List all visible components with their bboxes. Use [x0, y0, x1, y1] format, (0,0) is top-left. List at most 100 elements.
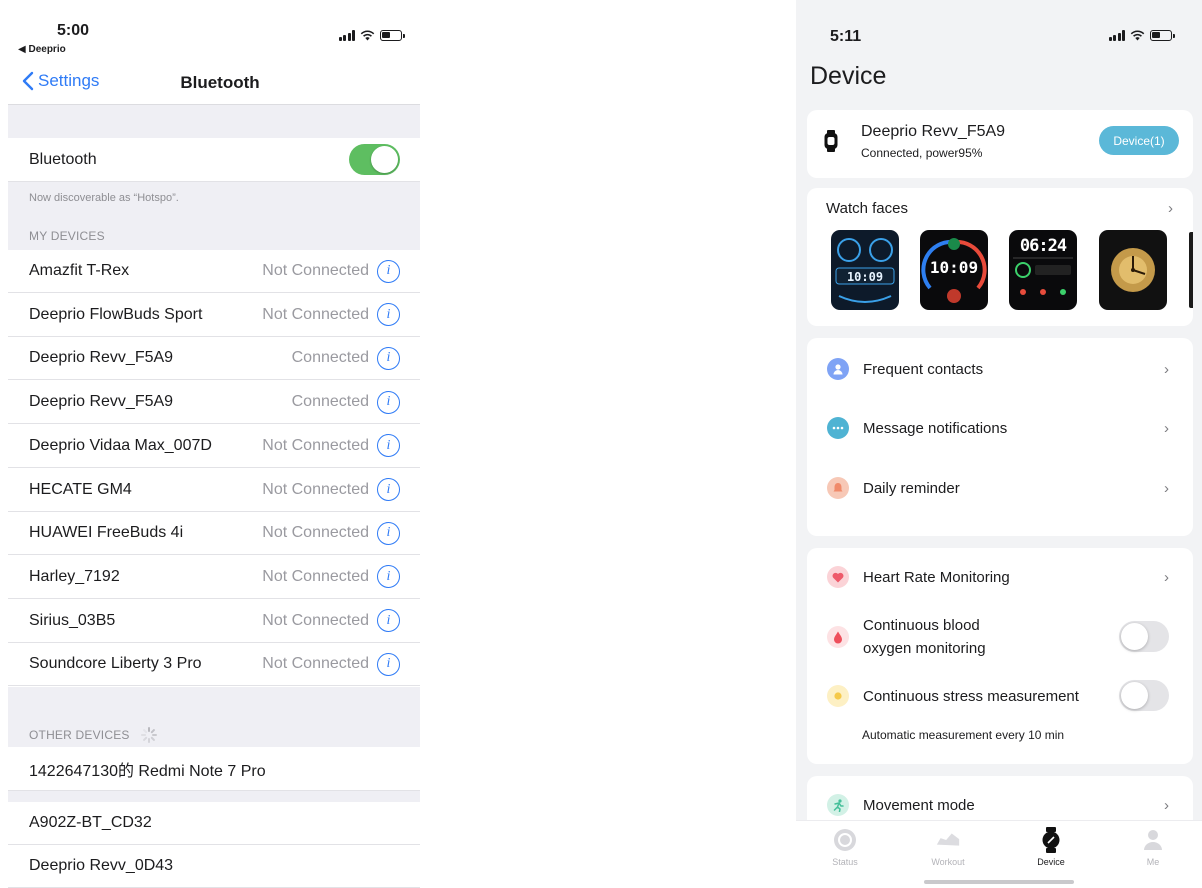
stress-row: Continuous stress measurement: [807, 671, 1193, 721]
watch-faces-title[interactable]: Watch faces: [826, 200, 908, 217]
connection-status: Connected: [291, 393, 369, 411]
connection-status: Connected: [291, 349, 369, 367]
stress-toggle[interactable]: [1119, 680, 1169, 711]
my-device-row[interactable]: HECATE GM4 Not Connected i: [8, 468, 420, 512]
my-device-row[interactable]: Deeprio Revv_F5A9 Connected i: [8, 381, 420, 425]
device-name: Deeprio Revv_F5A9: [29, 349, 174, 367]
connection-status: Not Connected: [262, 611, 369, 629]
device-name: Sirius_03B5: [29, 611, 116, 629]
my-device-row[interactable]: Amazfit T-Rex Not Connected i: [8, 250, 420, 293]
my-device-row[interactable]: Deeprio Revv_F5A9 Connected i: [8, 337, 420, 381]
tab-device[interactable]: Device: [1016, 827, 1086, 867]
device-name: HECATE GM4: [29, 480, 132, 498]
settings-group-2: Heart Rate Monitoring › Continuous blood…: [807, 548, 1193, 764]
watch-face-2[interactable]: 10:09: [920, 230, 988, 310]
blood-oxygen-label-line1: Continuous blood: [863, 617, 980, 634]
device-name: Deeprio Revv_F5A9: [29, 393, 174, 411]
my-device-row[interactable]: Harley_7192 Not Connected i: [8, 555, 420, 599]
back-to-app-link[interactable]: ◀ Deeprio: [18, 44, 66, 55]
connection-status: Not Connected: [262, 655, 369, 673]
person-icon: [1140, 827, 1166, 853]
watch-face-1[interactable]: 10:09: [831, 230, 899, 310]
daily-reminder-label: Daily reminder: [863, 479, 960, 497]
frequent-contacts-row[interactable]: Frequent contacts ›: [807, 344, 1193, 394]
tab-status[interactable]: Status: [810, 827, 880, 867]
tab-status-label: Status: [832, 857, 858, 867]
cellular-signal-icon: [1108, 30, 1125, 41]
device-status: Connected, power95%: [861, 146, 983, 160]
info-icon[interactable]: i: [377, 652, 400, 676]
heart-rate-row[interactable]: Heart Rate Monitoring ›: [807, 552, 1193, 602]
device-name: A902Z-BT_CD32: [29, 814, 152, 831]
gold-analog-face-icon: [1111, 248, 1155, 292]
my-device-row[interactable]: HUAWEI FreeBuds 4i Not Connected i: [8, 512, 420, 556]
blood-oxygen-label: Continuous blood oxygen monitoring: [863, 614, 986, 660]
bell-icon: [827, 477, 849, 499]
device-name: Deeprio Revv_0D43: [29, 857, 174, 874]
heart-icon: [827, 566, 849, 588]
info-icon[interactable]: i: [377, 390, 400, 414]
tab-me-label: Me: [1146, 857, 1160, 867]
info-icon[interactable]: i: [377, 521, 400, 545]
tab-me[interactable]: Me: [1118, 827, 1188, 867]
info-icon[interactable]: i: [377, 609, 400, 633]
daily-reminder-row[interactable]: Daily reminder ›: [807, 463, 1193, 513]
wifi-icon: [360, 30, 375, 41]
watch-icon: [824, 130, 838, 152]
stress-dot-icon: [827, 685, 849, 707]
blood-drop-icon: [827, 626, 849, 648]
my-device-row[interactable]: Soundcore Liberty 3 Pro Not Connected i: [8, 643, 420, 687]
device-name: Amazfit T-Rex: [29, 262, 130, 279]
chevron-right-icon[interactable]: ›: [1168, 200, 1173, 217]
device-name: Deeprio Revv_F5A9: [861, 123, 1006, 140]
ios-bluetooth-screen: 5:00 ◀ Deeprio Settings Bluetooth Blueto…: [8, 0, 420, 888]
device-card[interactable]: Deeprio Revv_F5A9 Connected, power95% De…: [807, 110, 1193, 178]
status-icon: [832, 827, 858, 853]
battery-icon: [1150, 30, 1175, 41]
chevron-right-icon: ›: [1164, 568, 1169, 586]
other-devices-header: OTHER DEVICES: [29, 728, 130, 742]
message-notifications-row[interactable]: Message notifications ›: [807, 403, 1193, 453]
other-device-row[interactable]: Deeprio Revv_0D43: [8, 845, 420, 888]
section-spacer: [8, 104, 420, 138]
watch-faces-card: Watch faces › 10:09 10:09 06:24: [807, 188, 1193, 326]
status-time: 5:00: [57, 22, 90, 39]
info-icon[interactable]: i: [377, 303, 400, 327]
blood-oxygen-row: Continuous blood oxygen monitoring: [807, 612, 1193, 662]
chevron-right-icon: ›: [1164, 479, 1169, 497]
blood-oxygen-toggle[interactable]: [1119, 621, 1169, 652]
watch-face-4[interactable]: [1099, 230, 1167, 310]
my-device-row[interactable]: Deeprio Vidaa Max_007D Not Connected i: [8, 424, 420, 468]
device-name: Deeprio Vidaa Max_007D: [29, 436, 212, 454]
other-device-row[interactable]: 1422647130的 Redmi Note 7 Pro: [8, 748, 420, 791]
info-icon[interactable]: i: [377, 565, 400, 589]
wifi-icon: [1130, 30, 1145, 41]
connection-status: Not Connected: [262, 567, 369, 585]
chevron-right-icon: ›: [1164, 796, 1169, 814]
bluetooth-toggle[interactable]: [349, 144, 400, 175]
device-name: 1422647130的 Redmi Note 7 Pro: [29, 763, 266, 780]
frequent-contacts-label: Frequent contacts: [863, 360, 984, 378]
status-time: 5:11: [830, 28, 862, 45]
bluetooth-label: Bluetooth: [29, 150, 97, 168]
tab-bar: Status Workout Device Me: [796, 820, 1202, 888]
other-device-row[interactable]: A902Z-BT_CD32: [8, 802, 420, 845]
blood-oxygen-label-line2: oxygen monitoring: [863, 640, 986, 657]
heart-rate-label: Heart Rate Monitoring: [863, 568, 1010, 586]
info-icon[interactable]: i: [377, 478, 400, 501]
device-name: Soundcore Liberty 3 Pro: [29, 655, 202, 673]
info-icon[interactable]: i: [377, 346, 400, 370]
tab-workout[interactable]: Workout: [913, 827, 983, 867]
my-device-row[interactable]: Deeprio FlowBuds Sport Not Connected i: [8, 293, 420, 337]
my-device-row[interactable]: Sirius_03B5 Not Connected i: [8, 599, 420, 643]
stress-label: Continuous stress measurement: [863, 687, 1079, 705]
watch-face-peek: [1189, 232, 1193, 308]
message-notifications-label: Message notifications: [863, 419, 1008, 437]
device-count-button[interactable]: Device(1): [1099, 126, 1179, 155]
tab-workout-label: Workout: [931, 857, 965, 867]
info-icon[interactable]: i: [377, 434, 400, 458]
device-app-screen: 5:11 Device Deeprio Revv_F5A9 Connected,…: [796, 0, 1202, 888]
connection-status: Not Connected: [262, 305, 369, 323]
info-icon[interactable]: i: [377, 259, 400, 283]
watch-face-3[interactable]: 06:24: [1009, 230, 1077, 310]
